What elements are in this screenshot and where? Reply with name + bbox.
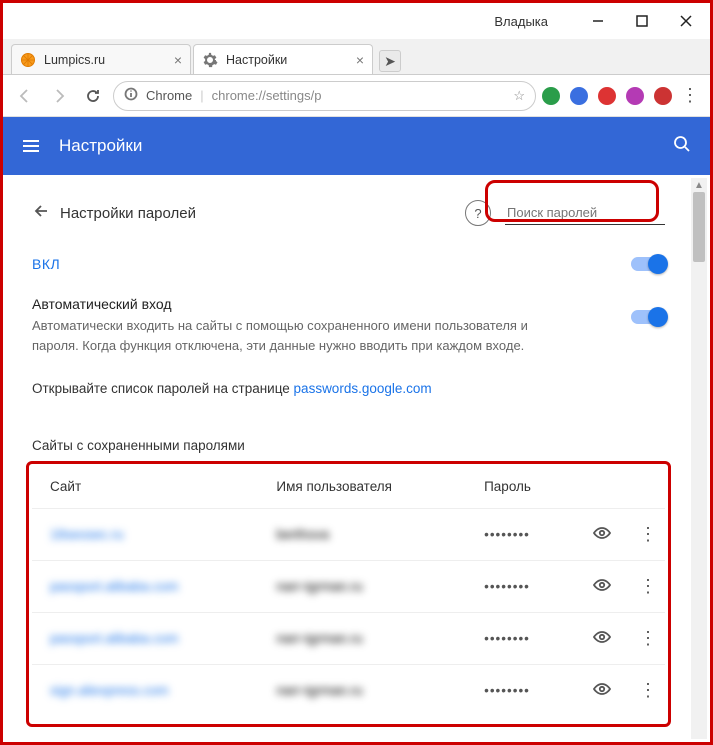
eye-icon [591,523,613,543]
table-row[interactable]: passport.alibaba.comnarr-tgrman.ru••••••… [32,613,665,665]
page-info-icon[interactable] [124,87,138,104]
offer-save-toggle-label: ВКЛ [32,256,60,272]
tab-title: Lumpics.ru [44,53,105,67]
extension-icon[interactable] [598,87,616,105]
hamburger-menu-icon[interactable] [21,136,41,156]
extension-icon[interactable] [542,87,560,105]
saved-passwords-heading: Сайты с сохраненными паролями [32,416,665,465]
eye-icon [591,575,613,595]
orange-icon [20,52,36,68]
cell-user: berthova [258,509,466,561]
cell-site[interactable]: 18seosec.ru [32,509,258,561]
back-icon[interactable] [32,201,60,226]
autosignin-description: Автоматически входить на сайты с помощью… [32,316,552,355]
omnibox-scheme: Chrome [146,88,192,103]
saved-passwords-table: Сайт Имя пользователя Пароль 18seosec.ru… [32,465,665,716]
cell-password: •••••••• [466,509,573,561]
tab-title: Настройки [226,53,287,67]
window-titlebar: Владыка [3,3,710,39]
eye-icon [591,679,613,699]
reveal-password-button[interactable] [573,613,621,665]
browser-toolbar: Chrome | chrome://settings/p ☆ ⋮ [3,75,710,117]
cell-site[interactable]: sign.aliexpress.com [32,665,258,717]
table-row[interactable]: 18seosec.ruberthova•••••••• ⋮ [32,509,665,561]
cell-password: •••••••• [466,613,573,665]
nav-back-button[interactable] [11,82,39,110]
bookmark-star-icon[interactable]: ☆ [513,88,525,104]
browser-tab-lumpics[interactable]: Lumpics.ru × [11,44,191,74]
settings-header: Настройки [3,117,710,175]
tab-strip: Lumpics.ru × Настройки × ➤ [3,39,710,75]
extension-icon[interactable] [570,87,588,105]
search-icon[interactable] [672,134,692,159]
profile-name[interactable]: Владыка [494,14,548,29]
omnibox-url: chrome://settings/p [212,88,506,103]
eye-icon [591,627,613,647]
offer-save-toggle[interactable] [631,257,665,271]
extension-icons [542,87,672,105]
window-minimize-button[interactable] [576,6,620,36]
autosignin-heading: Автоматический вход [32,296,631,312]
row-menu-button[interactable]: ⋮ [621,613,665,665]
extension-icon[interactable] [654,87,672,105]
col-site: Сайт [32,465,258,509]
reveal-password-button[interactable] [573,561,621,613]
col-user: Имя пользователя [258,465,466,509]
col-pass: Пароль [466,465,573,509]
close-icon[interactable]: × [174,52,182,68]
browser-tab-settings[interactable]: Настройки × [193,44,373,74]
row-menu-button[interactable]: ⋮ [621,665,665,717]
table-row[interactable]: sign.aliexpress.comnarr-tgrman.ru•••••••… [32,665,665,717]
cell-password: •••••••• [466,561,573,613]
cell-password: •••••••• [466,665,573,717]
row-menu-button[interactable]: ⋮ [621,509,665,561]
new-tab-button[interactable]: ➤ [379,50,401,72]
nav-reload-button[interactable] [79,82,107,110]
passwords-link-row: Открывайте список паролей на странице pa… [32,361,665,416]
table-row[interactable]: passport.alibaba.comnarr-tgrman.ru••••••… [32,561,665,613]
reveal-password-button[interactable] [573,509,621,561]
window-close-button[interactable] [664,6,708,36]
extension-icon[interactable] [626,87,644,105]
close-icon[interactable]: × [356,52,364,68]
scrollbar-thumb[interactable] [693,192,705,262]
row-menu-button[interactable]: ⋮ [621,561,665,613]
cell-site[interactable]: passport.alibaba.com [32,613,258,665]
nav-forward-button[interactable] [45,82,73,110]
scrollbar[interactable]: ▲ [691,178,707,739]
search-passwords-input[interactable] [505,202,665,225]
cell-site[interactable]: passport.alibaba.com [32,561,258,613]
autosignin-toggle[interactable] [631,310,665,324]
window-maximize-button[interactable] [620,6,664,36]
gear-icon [202,52,218,68]
settings-title: Настройки [59,136,142,156]
browser-menu-button[interactable]: ⋮ [678,85,702,106]
address-bar[interactable]: Chrome | chrome://settings/p ☆ [113,81,536,111]
cell-user: narr-tgrman.ru [258,561,466,613]
page-title: Настройки паролей [60,205,465,222]
help-icon[interactable]: ? [465,200,491,226]
cell-user: narr-tgrman.ru [258,613,466,665]
reveal-password-button[interactable] [573,665,621,717]
passwords-google-link[interactable]: passwords.google.com [294,381,432,396]
cell-user: narr-tgrman.ru [258,665,466,717]
